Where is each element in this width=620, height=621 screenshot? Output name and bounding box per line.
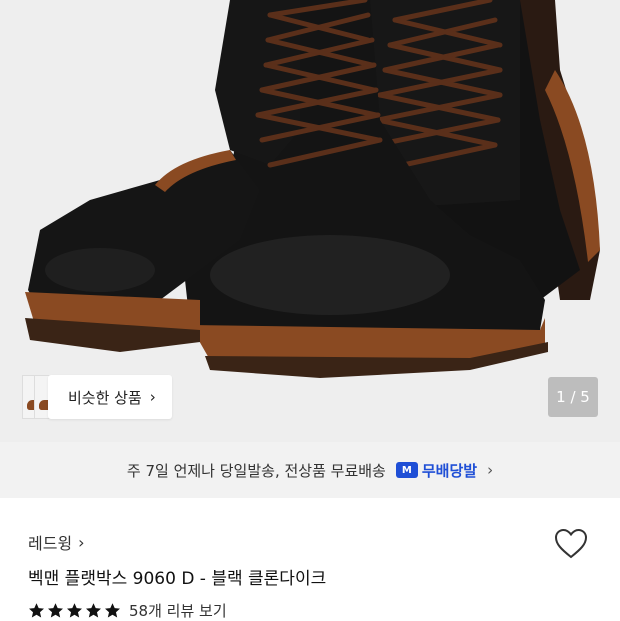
brand-name: 레드윙 xyxy=(28,534,73,553)
chevron-right-icon: › xyxy=(78,532,85,552)
product-image-gallery[interactable]: 비슷한 상품 › 1 / 5 xyxy=(0,0,620,442)
rating-row[interactable]: 58개 리뷰 보기 xyxy=(28,600,227,621)
delivery-text: 주 7일 언제나 당일발송, 전상품 무료배송 xyxy=(126,461,386,480)
delivery-banner[interactable]: 주 7일 언제나 당일발송, 전상품 무료배송 M 무배당발 › xyxy=(0,442,620,498)
delivery-badge-label: 무배당발 xyxy=(421,461,478,480)
product-title: 벡맨 플랫박스 9060 D - 블랙 클론다이크 xyxy=(28,569,327,589)
star-icon xyxy=(29,603,44,618)
star-icon xyxy=(86,603,101,618)
star-icon xyxy=(67,603,82,618)
chevron-right-icon: › xyxy=(487,461,494,479)
similar-products-label: 비슷한 상품 xyxy=(68,388,142,407)
brand-link[interactable]: 레드윙 › xyxy=(28,530,85,554)
similar-products-button[interactable]: 비슷한 상품 › xyxy=(48,375,172,419)
review-link[interactable]: 58개 리뷰 보기 xyxy=(129,600,227,621)
star-icon xyxy=(48,603,63,618)
similar-products[interactable]: 비슷한 상품 › xyxy=(22,375,172,419)
rating-stars xyxy=(28,602,121,619)
delivery-m-icon: M xyxy=(395,462,418,478)
chevron-right-icon: › xyxy=(149,388,156,406)
delivery-badge: M 무배당발 xyxy=(395,460,478,481)
star-icon xyxy=(105,603,120,618)
heart-outline-icon[interactable] xyxy=(553,526,589,562)
image-counter: 1 / 5 xyxy=(548,377,598,417)
